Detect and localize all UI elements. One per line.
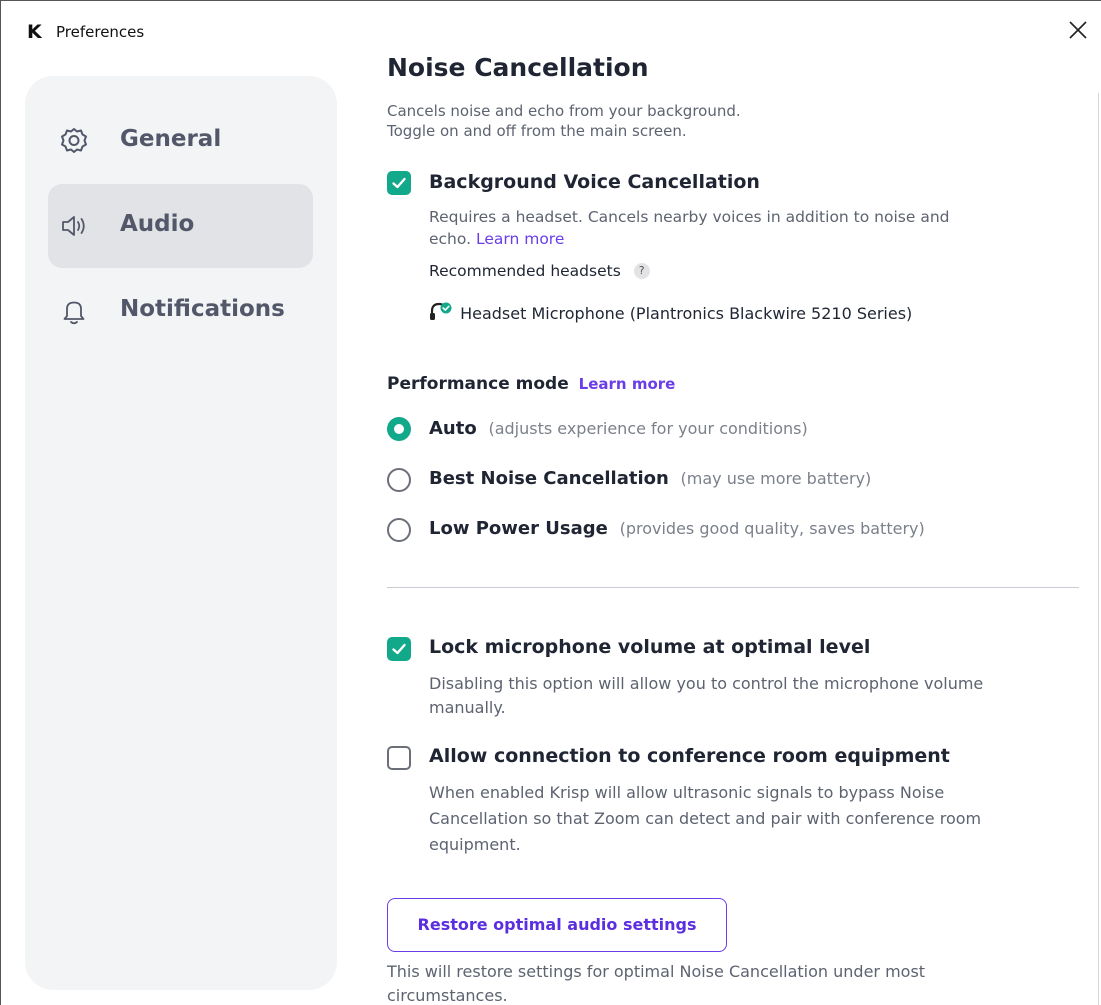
scrollbar-track[interactable] [1098, 93, 1099, 1005]
noise-description-line1: Cancels noise and echo from your backgro… [387, 102, 741, 120]
restore-optimal-settings-button[interactable]: Restore optimal audio settings [387, 898, 727, 952]
headset-row: Headset Microphone (Plantronics Blackwir… [429, 302, 912, 323]
conference-description-line2: Cancellation so that Zoom can detect and… [429, 809, 982, 828]
krisp-logo-icon: K [27, 21, 42, 43]
main-panel: Noise Cancellation Cancels noise and ech… [387, 1, 1087, 1005]
restore-description-line1: This will restore settings for optimal N… [387, 962, 926, 981]
bvc-description-line2: echo. Learn more [429, 229, 564, 249]
sidebar-item-label: Audio [120, 211, 195, 237]
radio-low-power-hint: (provides good quality, saves battery) [619, 519, 925, 538]
conference-description-line1: When enabled Krisp will allow ultrasonic… [429, 783, 945, 802]
lock-mic-description-line1: Disabling this option will allow you to … [429, 674, 984, 693]
sidebar-item-label: General [120, 126, 222, 152]
gear-icon [58, 125, 90, 157]
page-title: Noise Cancellation [387, 53, 649, 82]
sidebar: General Audio Notifications [25, 76, 337, 990]
radio-low-power-label[interactable]: Low Power Usage (provides good quality, … [429, 518, 925, 539]
lock-mic-checkbox[interactable] [387, 637, 411, 661]
conference-description-line3: equipment. [429, 835, 521, 854]
performance-mode-title: Performance mode [387, 374, 569, 394]
bvc-description-text: echo. [429, 230, 472, 248]
sidebar-item-audio[interactable]: Audio [48, 184, 313, 268]
headset-check-icon [429, 302, 455, 322]
radio-low-power-title: Low Power Usage [429, 518, 608, 539]
speaker-icon [58, 210, 90, 242]
radio-best-noise-cancellation-label[interactable]: Best Noise Cancellation (may use more ba… [429, 468, 871, 489]
radio-best-hint: (may use more battery) [680, 469, 872, 488]
recommended-headsets: Recommended headsets ? [429, 262, 650, 280]
preferences-window: K Preferences General Audio Notification… [0, 0, 1101, 1005]
sidebar-item-label: Notifications [120, 296, 285, 322]
performance-mode-heading: Performance mode Learn more [387, 374, 675, 394]
conference-checkbox[interactable] [387, 746, 411, 770]
sidebar-item-general[interactable]: General [48, 99, 313, 183]
radio-best-noise-cancellation[interactable] [387, 468, 411, 492]
bvc-learn-more-link[interactable]: Learn more [476, 230, 564, 248]
bell-icon [58, 295, 90, 327]
radio-auto-label[interactable]: Auto (adjusts experience for your condit… [429, 418, 808, 439]
radio-auto-hint: (adjusts experience for your conditions) [488, 419, 808, 438]
bvc-description-line1: Requires a headset. Cancels nearby voice… [429, 208, 950, 226]
recommended-headsets-label: Recommended headsets [429, 262, 621, 280]
bvc-title: Background Voice Cancellation [429, 171, 760, 193]
performance-learn-more-link[interactable]: Learn more [579, 375, 676, 393]
help-icon[interactable]: ? [633, 263, 650, 279]
headset-name: Headset Microphone (Plantronics Blackwir… [460, 304, 913, 323]
noise-description-line2: Toggle on and off from the main screen. [387, 122, 687, 140]
lock-mic-description-line2: manually. [429, 698, 506, 717]
window-title: Preferences [56, 23, 145, 41]
radio-auto-title: Auto [429, 418, 477, 439]
radio-best-title: Best Noise Cancellation [429, 468, 669, 489]
sidebar-item-notifications[interactable]: Notifications [48, 269, 313, 353]
conference-title: Allow connection to conference room equi… [429, 745, 950, 767]
restore-description-line2: circumstances. [387, 986, 508, 1005]
radio-auto[interactable] [387, 417, 411, 441]
radio-low-power[interactable] [387, 518, 411, 542]
lock-mic-title: Lock microphone volume at optimal level [429, 636, 871, 658]
section-divider [387, 587, 1079, 588]
bvc-checkbox[interactable] [387, 171, 411, 195]
